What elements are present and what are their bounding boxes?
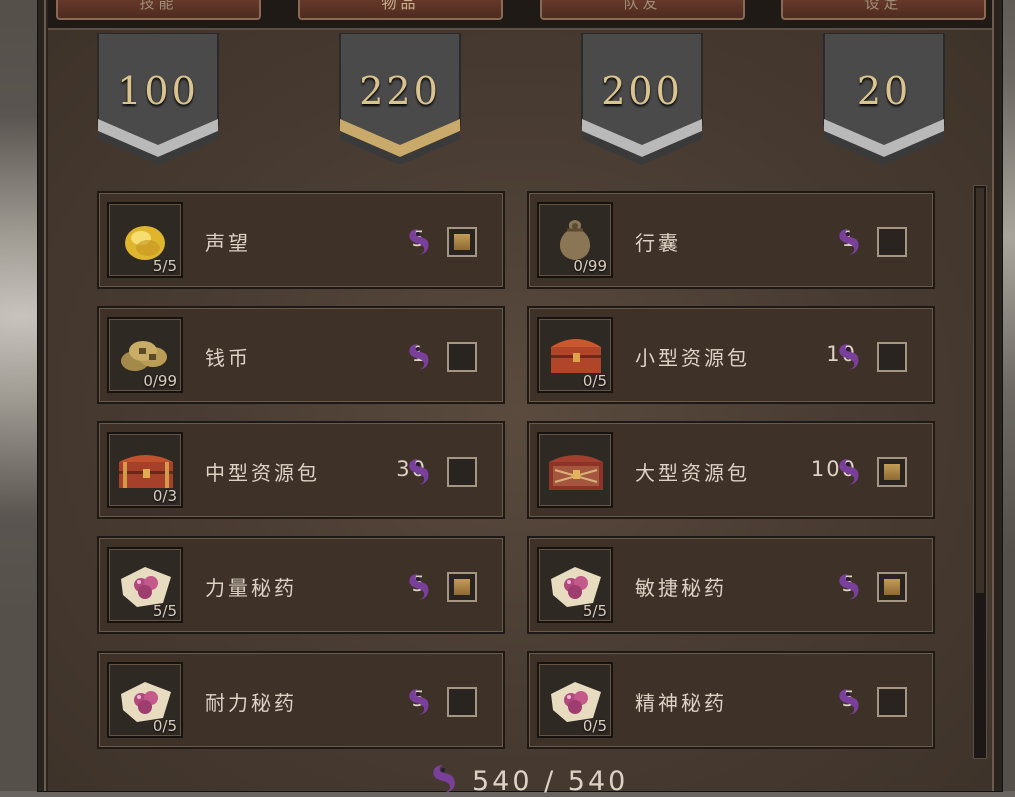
item-count: 0/3 — [152, 487, 177, 505]
item-name: 声望 — [205, 231, 251, 255]
item-name: 敏捷秘药 — [635, 576, 727, 600]
item-name: 小型资源包 — [635, 346, 750, 370]
item-slot[interactable]: 5/5声望5 — [97, 191, 505, 289]
item-slot[interactable]: 0/3中型资源包30 — [97, 421, 505, 519]
banner-0: 100 — [96, 33, 220, 165]
item-icon-box: 0/3 — [107, 432, 183, 508]
item-count: 5/5 — [582, 602, 607, 620]
item-slot[interactable]: 0/5精神秘药5 — [527, 651, 935, 749]
item-checkbox[interactable] — [447, 572, 477, 602]
banner-value: 200 — [601, 69, 683, 113]
item-count: 5/5 — [152, 602, 177, 620]
item-count: 0/5 — [582, 717, 607, 735]
tab-settings[interactable]: 设定 — [781, 0, 986, 20]
large-chest-icon — [549, 455, 603, 490]
banner-value: 100 — [117, 69, 199, 113]
item-checkbox[interactable] — [447, 342, 477, 372]
item-icon-box: 0/5 — [537, 317, 613, 393]
tab-skills[interactable]: 技能 — [56, 0, 261, 20]
banner-1: 220 — [338, 33, 462, 165]
item-count: 0/99 — [143, 372, 177, 390]
item-name: 中型资源包 — [205, 461, 320, 485]
soul-icon — [839, 689, 859, 715]
soul-icon — [839, 574, 859, 600]
scrollbar-thumb[interactable] — [976, 188, 984, 593]
soul-icon — [433, 765, 455, 793]
item-checkbox[interactable] — [447, 227, 477, 257]
item-icon-box: 5/5 — [107, 202, 183, 278]
soul-icon — [839, 229, 859, 255]
checkbox-checked-mark — [884, 464, 900, 480]
item-icon-box: 0/5 — [107, 662, 183, 738]
soul-icon — [409, 574, 429, 600]
item-slot[interactable]: 0/5小型资源包10 — [527, 306, 935, 404]
item-checkbox[interactable] — [877, 342, 907, 372]
tab-party[interactable]: 队友 — [540, 0, 745, 20]
item-icon-box: 5/5 — [537, 547, 613, 623]
scrollbar[interactable] — [973, 185, 987, 759]
item-checkbox[interactable] — [447, 687, 477, 717]
item-count: 0/5 — [152, 717, 177, 735]
points-total: 540 / 540 — [428, 762, 648, 797]
item-count: 0/5 — [582, 372, 607, 390]
item-checkbox[interactable] — [447, 457, 477, 487]
item-slot[interactable]: 5/5力量秘药5 — [97, 536, 505, 634]
item-checkbox[interactable] — [877, 687, 907, 717]
item-count: 5/5 — [152, 257, 177, 275]
banner-value: 220 — [359, 69, 441, 113]
item-icon-box: 0/99 — [107, 317, 183, 393]
item-checkbox[interactable] — [877, 227, 907, 257]
item-name: 耐力秘药 — [205, 691, 297, 715]
item-name: 钱币 — [205, 346, 251, 370]
soul-icon — [839, 344, 859, 370]
checkbox-checked-mark — [454, 234, 470, 250]
banner-2: 200 — [580, 33, 704, 165]
checkbox-checked-mark — [884, 579, 900, 595]
item-checkbox[interactable] — [877, 572, 907, 602]
banner-3: 20 — [822, 33, 946, 165]
item-checkbox[interactable] — [877, 457, 907, 487]
soul-icon — [409, 459, 429, 485]
item-icon-box: 0/99 — [537, 202, 613, 278]
item-slot[interactable]: 大型资源包 100 — [527, 421, 935, 519]
item-slot[interactable]: 5/5敏捷秘药5 — [527, 536, 935, 634]
soul-icon — [409, 689, 429, 715]
points-total-text: 540 / 540 — [472, 766, 629, 797]
item-name: 力量秘药 — [205, 576, 297, 600]
soul-icon — [409, 229, 429, 255]
banner-value: 20 — [856, 69, 912, 113]
soul-icon — [409, 344, 429, 370]
tab-items[interactable]: 物品 — [298, 0, 503, 20]
item-icon-box — [537, 432, 613, 508]
item-name: 精神秘药 — [635, 691, 727, 715]
item-slot[interactable]: 0/99行囊1 — [527, 191, 935, 289]
soul-icon — [839, 459, 859, 485]
item-slot[interactable]: 0/99钱币1 — [97, 306, 505, 404]
item-name: 大型资源包 — [635, 461, 750, 485]
tab-bar: 技能 物品 队友 设定 — [48, 0, 992, 30]
item-count: 0/99 — [573, 257, 607, 275]
checkbox-checked-mark — [454, 579, 470, 595]
item-name: 行囊 — [635, 231, 681, 255]
item-icon-box: 5/5 — [107, 547, 183, 623]
item-icon-box: 0/5 — [537, 662, 613, 738]
item-slot[interactable]: 0/5耐力秘药5 — [97, 651, 505, 749]
